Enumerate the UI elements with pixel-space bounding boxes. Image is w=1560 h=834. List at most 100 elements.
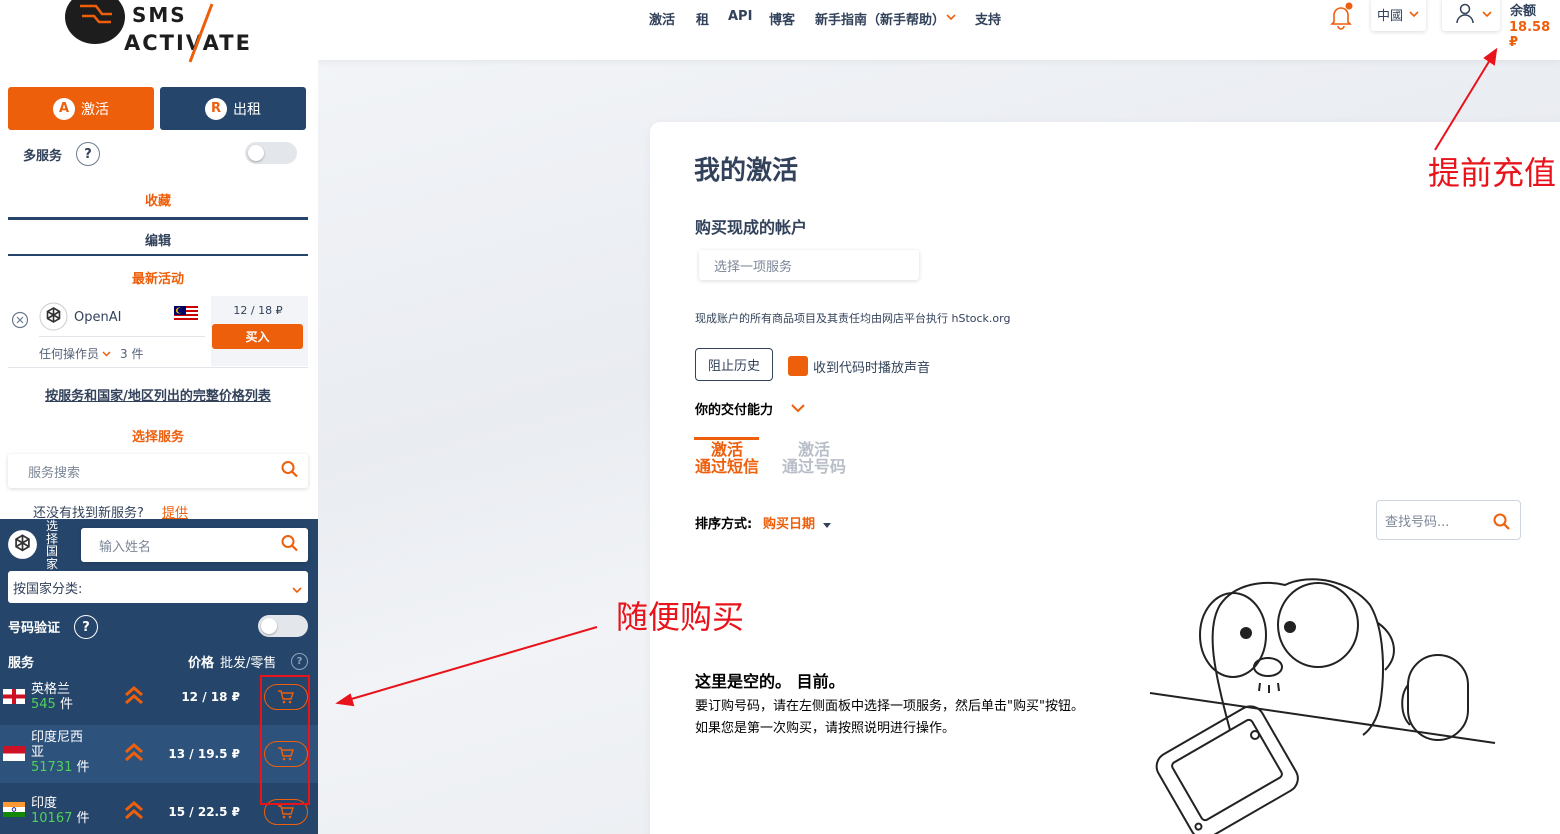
annotation-top-up: 提前充值 xyxy=(1428,154,1557,192)
sidebar: SMS ACTIVATE A 激活 R 出租 多服务 ? 收藏 编辑 最新活动 … xyxy=(0,0,318,834)
tab-activate-label: 激活 xyxy=(81,101,109,118)
operator-label: 任何操作员 xyxy=(39,347,100,361)
sort-value[interactable]: 购买日期 xyxy=(763,513,815,532)
empty-description: 要订购号码，请在左侧面板中选择一项服务，然后单击"购买"按钮。 如果您是第一次购… xyxy=(695,699,1084,736)
edit-tab[interactable]: 编辑 xyxy=(8,230,308,249)
tab-sms[interactable]: 激活 通过短信 xyxy=(694,441,760,475)
mascot-illustration xyxy=(1149,578,1496,834)
tab-activate[interactable]: A 激活 xyxy=(8,87,154,130)
sound-label: 收到代码时播放声音 xyxy=(813,361,931,376)
multi-service-toggle[interactable] xyxy=(245,142,297,164)
divider xyxy=(8,217,308,220)
chevron-down-icon xyxy=(102,347,111,361)
help-icon[interactable]: ? xyxy=(76,142,100,166)
count-unit: 件 xyxy=(76,760,90,775)
language-label: 中國 xyxy=(1377,9,1404,24)
count-unit: 件 xyxy=(76,811,90,826)
chevrons-up-icon xyxy=(124,686,144,710)
country-price: 13 / 19.5 ₽ xyxy=(168,747,240,761)
favorites-tab[interactable]: 收藏 xyxy=(8,190,308,209)
nav-activate[interactable]: 激活 xyxy=(649,9,675,28)
find-number-input[interactable]: 查找号码... xyxy=(1376,500,1521,540)
annotation-buy-any: 随便购买 xyxy=(616,598,745,636)
number-verify-label: 号码验证 xyxy=(8,621,61,636)
country-price: 12 / 18 ₽ xyxy=(181,690,240,704)
country-name-block: 印度 10167 件 xyxy=(31,796,90,826)
empty-title: 这里是空的。 目前。 xyxy=(695,672,845,691)
sort-label: 排序方式: xyxy=(695,517,753,532)
chevron-down-icon xyxy=(1409,7,1419,22)
recent-activity-heading: 最新活动 xyxy=(131,272,184,287)
openai-icon xyxy=(39,302,68,335)
nav-rent[interactable]: 租 xyxy=(696,9,709,28)
tab-rent[interactable]: R 出租 xyxy=(160,87,306,130)
nav-blog[interactable]: 博客 xyxy=(769,9,795,28)
tab-sms-line1: 激活 xyxy=(710,440,743,459)
help-icon[interactable]: ? xyxy=(291,653,308,670)
balance-value[interactable]: 18.58 ₽ xyxy=(1509,20,1560,50)
country-count: 10167 xyxy=(31,811,73,826)
chevron-down-icon[interactable] xyxy=(791,402,805,417)
country-name-block: 印度尼西亚 51731 件 xyxy=(31,730,93,775)
india-flag-icon xyxy=(3,802,25,817)
tab-number[interactable]: 激活 通过号码 xyxy=(781,441,847,475)
find-number-placeholder: 查找号码... xyxy=(1385,514,1450,530)
search-icon[interactable] xyxy=(281,535,298,556)
svg-text:SMS: SMS xyxy=(132,3,187,27)
chevron-down-icon xyxy=(292,583,302,598)
country-name-input[interactable]: 输入姓名 xyxy=(81,528,308,562)
country-count: 51731 xyxy=(31,760,73,775)
annotation-highlight-box xyxy=(260,675,310,805)
sound-checkbox[interactable] xyxy=(788,356,808,376)
country-name: 英格兰 xyxy=(31,682,71,697)
nav-guide[interactable]: 新手指南（新手帮助） xyxy=(815,9,945,28)
rent-icon: R xyxy=(205,97,227,120)
block-history-button[interactable]: 阻止历史 xyxy=(695,348,773,381)
caret-down-icon xyxy=(823,518,831,533)
country-name: 印度 xyxy=(31,796,58,811)
service-search-input[interactable]: 服务搜索 xyxy=(8,454,308,488)
divider xyxy=(8,367,308,368)
service-search-placeholder: 服务搜索 xyxy=(28,465,81,481)
search-icon[interactable] xyxy=(1493,513,1510,534)
page-title: 我的激活 xyxy=(694,156,799,186)
number-verify-toggle[interactable] xyxy=(258,615,308,637)
col-wholesale: 批发/零售 xyxy=(220,656,277,671)
recent-price: 12 / 18 ₽ xyxy=(233,304,283,317)
country-category-select[interactable]: 按国家分类: xyxy=(8,571,308,603)
nav-support[interactable]: 支持 xyxy=(975,9,1001,28)
tab-number-line2: 通过号码 xyxy=(781,457,846,476)
indonesia-flag-icon xyxy=(3,746,25,761)
tab-rent-label: 出租 xyxy=(233,101,261,118)
bell-icon[interactable] xyxy=(1327,2,1355,34)
country-category-label: 按国家分类: xyxy=(13,581,83,597)
activate-icon: A xyxy=(53,97,75,120)
language-select[interactable]: 中國 xyxy=(1371,0,1426,31)
england-flag-icon xyxy=(3,689,25,704)
country-price: 15 / 22.5 ₽ xyxy=(168,805,240,819)
chevron-down-icon xyxy=(946,10,956,25)
count-unit: 件 xyxy=(59,697,73,712)
recent-service-name: OpenAI xyxy=(74,310,122,325)
select-service-dropdown[interactable]: 选择一项服务 xyxy=(699,250,919,280)
tab-number-line1: 激活 xyxy=(797,440,830,459)
recent-buy-button[interactable]: 买入 xyxy=(212,324,303,349)
country-name-placeholder: 输入姓名 xyxy=(99,539,152,555)
search-icon[interactable] xyxy=(281,461,298,482)
chevron-down-icon xyxy=(1482,7,1492,22)
nav-api[interactable]: API xyxy=(728,9,752,24)
svg-text:ACTIVATE: ACTIVATE xyxy=(124,31,252,55)
delivery-ability[interactable]: 你的交付能力 xyxy=(695,399,773,418)
price-list-link[interactable]: 按服务和国家/地区列出的完整价格列表 xyxy=(8,385,308,404)
operator-select[interactable]: 任何操作员 3 件 xyxy=(39,345,143,362)
close-icon[interactable] xyxy=(11,311,29,333)
help-icon[interactable]: ? xyxy=(74,615,98,639)
hstock-note: 现成账户的所有商品项目及其责任均由网店平台执行 hStock.org xyxy=(695,312,1011,325)
multi-service-label: 多服务 xyxy=(23,149,63,164)
col-price: 价格 xyxy=(188,656,215,671)
choose-service-heading: 选择服务 xyxy=(131,430,184,445)
user-menu[interactable] xyxy=(1442,0,1500,31)
choose-country-label: 选择国家 xyxy=(46,519,59,571)
cart-icon xyxy=(278,805,294,819)
buy-accounts-heading: 购买现成的帐户 xyxy=(695,218,808,237)
